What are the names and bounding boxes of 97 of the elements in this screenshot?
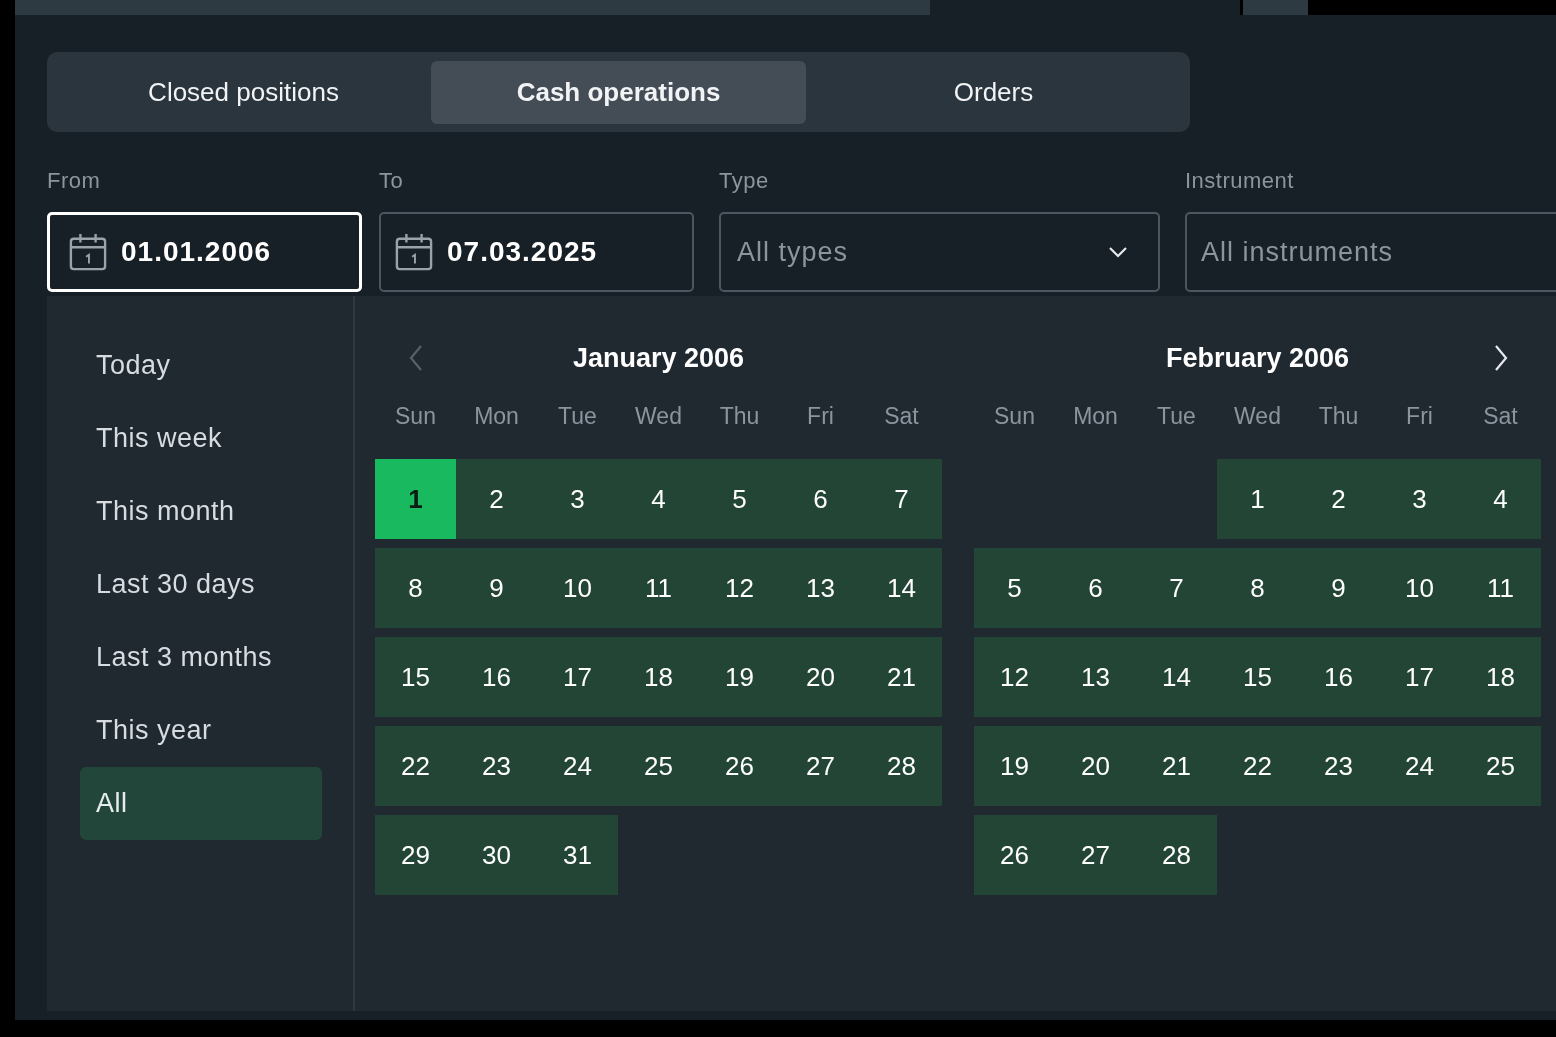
calendar-day[interactable]: 28 [1136, 815, 1217, 895]
weekday-label: Thu [1317, 402, 1360, 430]
weekday-label: Mon [1072, 402, 1119, 430]
calendar-day[interactable]: 26 [699, 726, 780, 806]
chevron-right-icon[interactable] [1492, 344, 1509, 372]
calendar-day[interactable]: 16 [456, 637, 537, 717]
calendar-day[interactable]: 20 [1055, 726, 1136, 806]
calendar-day[interactable]: 21 [861, 637, 942, 717]
calendar-day[interactable]: 27 [780, 726, 861, 806]
calendar-day[interactable]: 31 [537, 815, 618, 895]
calendar-day[interactable]: 3 [537, 459, 618, 539]
calendar-day[interactable]: 22 [1217, 726, 1298, 806]
weekday-label: Sun [394, 402, 437, 430]
weekday-label: Sat [883, 402, 920, 430]
calendar-icon [395, 233, 433, 271]
calendar-day[interactable]: 4 [1460, 459, 1541, 539]
calendar-day[interactable]: 12 [974, 637, 1055, 717]
calendar-day[interactable]: 13 [1055, 637, 1136, 717]
weekday-label: Sun [993, 402, 1036, 430]
calendar-day[interactable]: 14 [1136, 637, 1217, 717]
calendar-day[interactable]: 18 [1460, 637, 1541, 717]
calendar-day[interactable]: 5 [974, 548, 1055, 628]
calendar-day[interactable]: 16 [1298, 637, 1379, 717]
date-field[interactable]: 07.03.2025 [379, 212, 694, 292]
field-label: Instrument [1185, 168, 1295, 194]
date-field[interactable]: 01.01.2006 [47, 212, 362, 292]
weekday-label: Thu [718, 402, 761, 430]
calendar-day[interactable]: 27 [1055, 815, 1136, 895]
calendar-day[interactable]: 7 [1136, 548, 1217, 628]
calendar-day[interactable]: 28 [861, 726, 942, 806]
tab[interactable]: Cash operations [431, 60, 806, 124]
calendar-day[interactable]: 8 [375, 548, 456, 628]
type-dropdown[interactable]: All types [719, 212, 1160, 292]
calendar-day[interactable]: 15 [1217, 637, 1298, 717]
calendar-day[interactable]: 14 [861, 548, 942, 628]
calendar-day[interactable]: 24 [1379, 726, 1460, 806]
weekday-label: Fri [1405, 402, 1434, 430]
calendar-day[interactable]: 2 [1298, 459, 1379, 539]
calendar-day[interactable]: 23 [456, 726, 537, 806]
calendar-day[interactable]: 1 [1217, 459, 1298, 539]
calendar-day[interactable]: 5 [699, 459, 780, 539]
field-label: To [379, 168, 405, 194]
tab[interactable]: Closed positions [56, 60, 431, 124]
calendar-day[interactable]: 12 [699, 548, 780, 628]
calendar-day[interactable]: 18 [618, 637, 699, 717]
calendar-day[interactable]: 25 [618, 726, 699, 806]
preset-item[interactable]: This week [80, 402, 322, 475]
calendar-day[interactable]: 19 [974, 726, 1055, 806]
calendar-day[interactable]: 11 [618, 548, 699, 628]
weekday-label: Wed [1233, 402, 1282, 430]
month-title: February 2006 [1164, 342, 1351, 374]
calendar-day[interactable]: 23 [1298, 726, 1379, 806]
calendar-day[interactable]: 17 [1379, 637, 1460, 717]
calendar-day[interactable]: 19 [699, 637, 780, 717]
field-label: Type [719, 168, 770, 194]
calendar-day[interactable]: 29 [375, 815, 456, 895]
weekday-label: Fri [806, 402, 835, 430]
calendar-day[interactable]: 15 [375, 637, 456, 717]
weekday-label: Sat [1482, 402, 1519, 430]
calendar-day[interactable]: 25 [1460, 726, 1541, 806]
preset-item[interactable]: Today [80, 329, 322, 402]
calendar-day[interactable]: 24 [537, 726, 618, 806]
instrument-input[interactable]: All instruments [1185, 212, 1556, 292]
calendar-day[interactable]: 21 [1136, 726, 1217, 806]
preset-item[interactable]: This month [80, 475, 322, 548]
weekday-label: Tue [1156, 402, 1197, 430]
month-title: January 2006 [571, 342, 746, 374]
calendar-day[interactable]: 7 [861, 459, 942, 539]
calendar-day[interactable]: 30 [456, 815, 537, 895]
calendar-day[interactable]: 9 [1298, 548, 1379, 628]
calendar-day[interactable]: 22 [375, 726, 456, 806]
calendar-day[interactable]: 9 [456, 548, 537, 628]
calendar-day[interactable]: 8 [1217, 548, 1298, 628]
tab[interactable]: Orders [806, 60, 1181, 124]
calendar-day[interactable]: 26 [974, 815, 1055, 895]
preset-item[interactable]: All [80, 767, 322, 840]
preset-item[interactable]: This year [80, 694, 322, 767]
preset-item[interactable]: Last 30 days [80, 548, 322, 621]
calendar-day[interactable]: 20 [780, 637, 861, 717]
preset-item[interactable]: Last 3 months [80, 621, 322, 694]
calendar-icon [69, 233, 107, 271]
calendar-day[interactable]: 17 [537, 637, 618, 717]
chevron-down-icon [1108, 246, 1128, 258]
calendar-day[interactable]: 6 [1055, 548, 1136, 628]
calendar-day[interactable]: 3 [1379, 459, 1460, 539]
calendar-day[interactable]: 2 [456, 459, 537, 539]
calendar-day[interactable]: 10 [1379, 548, 1460, 628]
weekday-label: Mon [473, 402, 520, 430]
calendar-day[interactable]: 13 [780, 548, 861, 628]
weekday-label: Tue [557, 402, 598, 430]
field-label: From [47, 168, 102, 194]
weekday-label: Wed [634, 402, 683, 430]
calendar-day[interactable]: 1 [375, 459, 456, 539]
calendar-day[interactable]: 11 [1460, 548, 1541, 628]
calendar-day[interactable]: 6 [780, 459, 861, 539]
calendar-day[interactable]: 10 [537, 548, 618, 628]
calendar-day[interactable]: 4 [618, 459, 699, 539]
